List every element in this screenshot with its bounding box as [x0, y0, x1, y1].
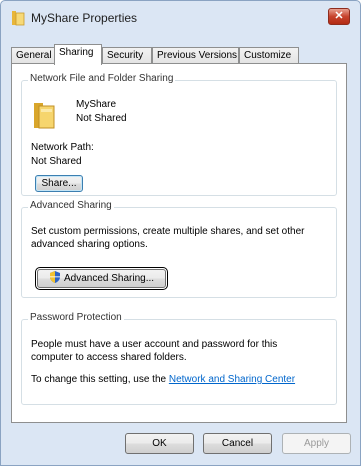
ok-button[interactable]: OK: [125, 433, 194, 454]
password-line3-prefix: To change this setting, use the: [31, 374, 169, 385]
password-line1: People must have a user account and pass…: [31, 339, 278, 350]
sharing-panel: Network File and Folder Sharing MyShare …: [11, 63, 347, 423]
password-protection-title: Password Protection: [28, 312, 124, 323]
tab-sharing[interactable]: Sharing: [54, 44, 102, 65]
network-path-value: Not Shared: [31, 156, 82, 167]
properties-window: MyShare Properties ✕ General Sharing Sec…: [0, 0, 361, 466]
password-line3: To change this setting, use the Network …: [31, 374, 295, 385]
cancel-button[interactable]: Cancel: [203, 433, 272, 454]
title-bar[interactable]: MyShare Properties ✕: [1, 1, 360, 35]
tab-previous-versions[interactable]: Previous Versions: [152, 47, 239, 64]
folder-icon: [34, 103, 55, 129]
advanced-sharing-label: Advanced Sharing...: [63, 273, 155, 284]
share-status: Not Shared: [76, 113, 127, 124]
tab-general[interactable]: General: [11, 47, 55, 64]
password-line2: computer to access shared folders.: [31, 352, 187, 363]
folder-name: MyShare: [76, 99, 117, 110]
tab-security[interactable]: Security: [102, 47, 152, 64]
tab-customize[interactable]: Customize: [239, 47, 299, 64]
advanced-description-line1: Set custom permissions, create multiple …: [31, 226, 305, 237]
share-button[interactable]: Share...: [35, 175, 83, 192]
network-sharing-group: Network File and Folder Sharing MyShare …: [21, 73, 337, 196]
network-sharing-center-link[interactable]: Network and Sharing Center: [169, 374, 295, 385]
network-path-label: Network Path:: [31, 142, 94, 153]
apply-button[interactable]: Apply: [282, 433, 351, 454]
advanced-sharing-group: Advanced Sharing Set custom permissions,…: [21, 200, 337, 298]
password-protection-group: Password Protection People must have a u…: [21, 312, 337, 405]
network-sharing-title: Network File and Folder Sharing: [28, 73, 176, 84]
uac-shield-icon: [49, 271, 60, 283]
folder-title-icon: [12, 11, 25, 26]
advanced-sharing-title: Advanced Sharing: [28, 200, 114, 211]
close-button[interactable]: ✕: [328, 8, 350, 25]
advanced-description-line2: advanced sharing options.: [31, 239, 148, 250]
advanced-sharing-button[interactable]: Advanced Sharing...: [35, 267, 168, 290]
window-title: MyShare Properties: [31, 11, 138, 25]
